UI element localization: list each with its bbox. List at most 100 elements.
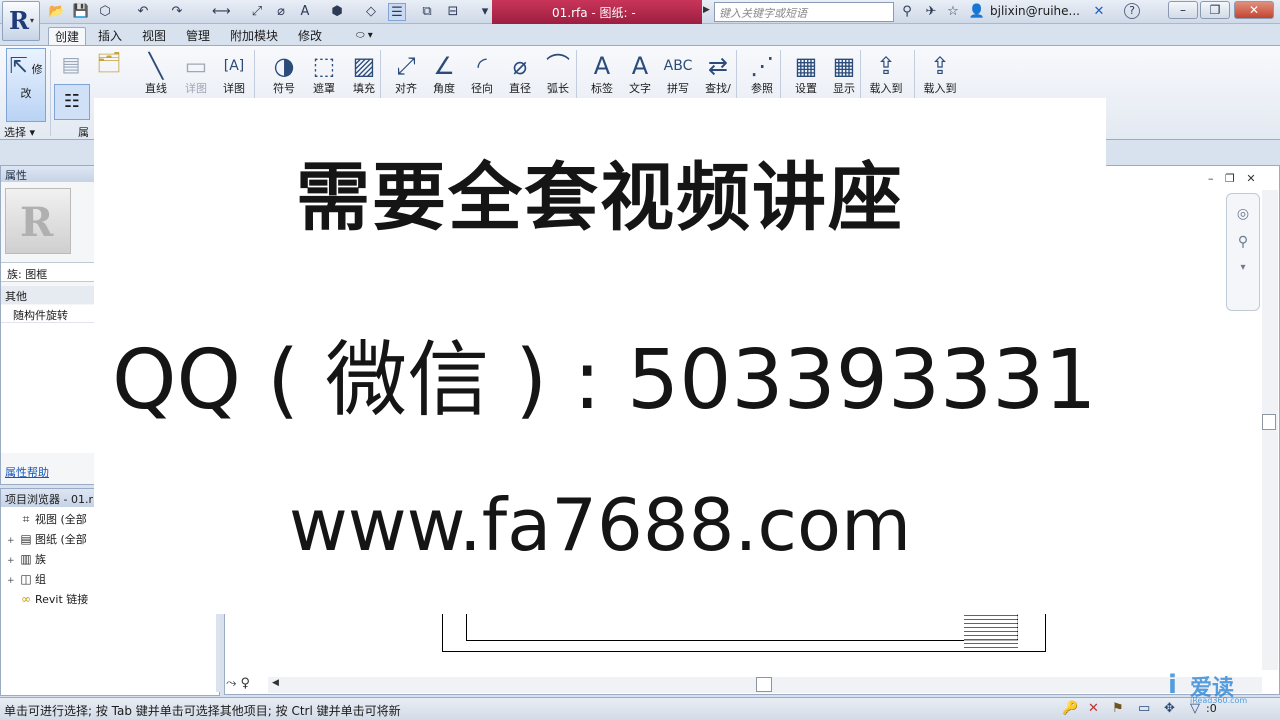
promo-headline: 需要全套视频讲座 [296,155,904,241]
tree-item-families[interactable]: + ▥ 族 [7,551,46,569]
select-underlay-icon[interactable]: ✕ [1088,701,1099,716]
ribbon-button-label: 参照 [751,82,773,95]
user-icon[interactable]: 👤 [968,3,986,21]
tab-addins[interactable]: 附加模块 [224,27,284,46]
title-bar: 📂 💾 ⬡ ↶ ↷ ⟷ ⤢ ⌀ A ⬢ ◇ ☰ ⧉ ⊟ ▾ 01.rfa - 图… [0,0,1280,24]
undo-icon[interactable]: ↶ [134,3,152,21]
family-types-icon[interactable]: ▤ [56,52,86,82]
properties-help-link[interactable]: 属性帮助 [5,464,49,480]
steering-wheel-icon[interactable]: ◎ [1227,206,1259,222]
select-panel-dropdown[interactable]: 选择 ▾ [4,124,35,140]
thin-lines-icon[interactable]: ☰ [388,3,406,21]
sync-icon[interactable]: ⬡ [96,3,114,21]
tree-expander[interactable]: + [7,536,17,546]
tree-item-sheets[interactable]: + ▤ 图纸 (全部 [7,531,87,549]
ribbon-button-label: 遮罩 [313,82,335,95]
type-preview[interactable]: R [5,188,71,254]
user-account[interactable]: bjlixin@ruihe... [990,4,1080,18]
subscription-icon[interactable]: ✈ [922,3,940,21]
close-hidden-icon[interactable]: ⧉ [418,3,436,21]
tree-item-label: Revit 链接 [35,593,89,606]
arc-length-icon: ⌒ [546,52,570,80]
help-icon[interactable]: ? [1124,3,1140,19]
measure-icon[interactable]: ⟷ [212,3,231,21]
chevron-down-icon: ▾ [30,16,35,25]
application-menu-button[interactable]: R ▾ [2,1,40,41]
filled-region-icon: ▨ [352,52,376,80]
text-icon: A [631,52,649,80]
family-category-icon[interactable]: 🗂 [94,50,124,80]
title-block-table [964,612,1018,650]
angular-dimension-icon: ∠ [433,52,455,80]
tree-expander[interactable]: + [7,576,17,586]
navigation-bar: ◎ ⚲ ▾ [1226,193,1260,311]
title-sheet-inner-border [466,612,1018,641]
tree-item-groups[interactable]: + ◫ 组 [7,571,46,589]
nav-bar-options-icon[interactable]: ▾ [1227,262,1259,273]
ribbon-separator [50,50,51,136]
section-icon[interactable]: ◇ [362,3,380,21]
scroll-left-icon[interactable]: ◀ [272,678,279,688]
drag-elements-icon[interactable]: ✥ [1164,701,1175,716]
search-input[interactable]: 键入关键字或短语 [714,2,894,22]
status-message: 单击可进行选择; 按 Tab 键并单击可选择其他项目; 按 Ctrl 键并单击可… [4,704,401,718]
exchange-apps-icon[interactable]: ✕ [1090,3,1108,21]
redo-icon[interactable]: ↷ [168,3,186,21]
tree-item-views[interactable]: ⌗ 视图 (全部 [7,511,87,529]
open-icon[interactable]: 📂 [48,3,66,21]
ribbon-button-label: 角度 [433,82,455,95]
switch-windows-icon[interactable]: ⊟ [444,3,462,21]
tree-expander[interactable]: + [7,556,17,566]
ribbon-minimize-toggle-icon[interactable]: ⬭ ▾ [350,27,379,46]
text-icon[interactable]: A [296,3,314,21]
restore-button[interactable]: ❐ [1200,1,1230,19]
ribbon-button-label: 标签 [591,82,613,95]
minimize-button[interactable]: – [1168,1,1198,19]
link-icon: ∞ [21,592,31,606]
cursor-arrow-icon: ⇱ [9,54,28,79]
tab-modify[interactable]: 修改 [292,27,328,46]
vertical-scrollbar[interactable] [1262,190,1278,670]
tab-create[interactable]: 创建 [48,27,87,46]
line-icon: ╲ [148,52,164,80]
ribbon-button-label: 直径 [509,82,531,95]
search-expand-icon[interactable]: ▶ [703,5,710,15]
3d-view-icon[interactable]: ⬢ [328,3,346,21]
dimension-icon[interactable]: ⤢ [248,3,266,21]
vertical-scrollbar-thumb[interactable] [1262,414,1276,430]
tree-item-revit-links[interactable]: ∞ Revit 链接 [7,591,88,609]
ribbon-button-label: 载入到 [923,82,957,95]
ribbon-button-label: 显示 [833,82,855,95]
close-button[interactable]: ✕ [1234,1,1274,19]
zoom-icon[interactable]: ⚲ [1227,234,1259,250]
load-into-project-icon: ⇪ [875,52,897,80]
view-window-controls[interactable]: – ❐ ✕ [1208,172,1260,185]
tree-item-label: 组 [35,573,46,586]
select-by-face-icon[interactable]: ▭ [1138,701,1150,716]
select-pinned-icon[interactable]: ⚑ [1112,701,1124,716]
tag-icon[interactable]: ⌀ [272,3,290,21]
modify-button[interactable]: ⇱ 修改 [6,48,46,122]
select-links-icon[interactable]: 🔑 [1062,701,1078,716]
save-icon[interactable]: 💾 [72,3,90,21]
brand-url: iRead360.com [1190,696,1248,705]
brand-logo-icon: i [1168,670,1177,700]
ribbon-button-label: 径向 [471,82,493,95]
ribbon-button-label: 直线 [145,82,167,95]
promo-overlay: 需要全套视频讲座 QQ ( 微信 ) : 503393331 www.fa768… [94,98,1106,614]
ribbon-button-label: 弧长 [547,82,569,95]
views-icon: ⌗ [22,512,30,526]
tab-view[interactable]: 视图 [136,27,172,46]
binoculars-icon[interactable]: ⚲ [898,3,916,21]
favorites-star-icon[interactable]: ☆ [944,3,962,21]
horizontal-scrollbar-thumb[interactable] [756,677,772,692]
tab-insert[interactable]: 插入 [92,27,128,46]
properties-toggle-icon[interactable]: ☷ [54,84,90,120]
view-control-bar-icon[interactable]: ⤳ ♀ [226,676,250,691]
diameter-dimension-icon: ⌀ [512,52,528,80]
groups-icon: ◫ [20,572,32,586]
tab-manage[interactable]: 管理 [180,27,216,46]
families-icon: ▥ [20,552,32,566]
ribbon-button-label: 设置 [795,82,817,95]
properties-panel-label: 属 [78,126,89,139]
